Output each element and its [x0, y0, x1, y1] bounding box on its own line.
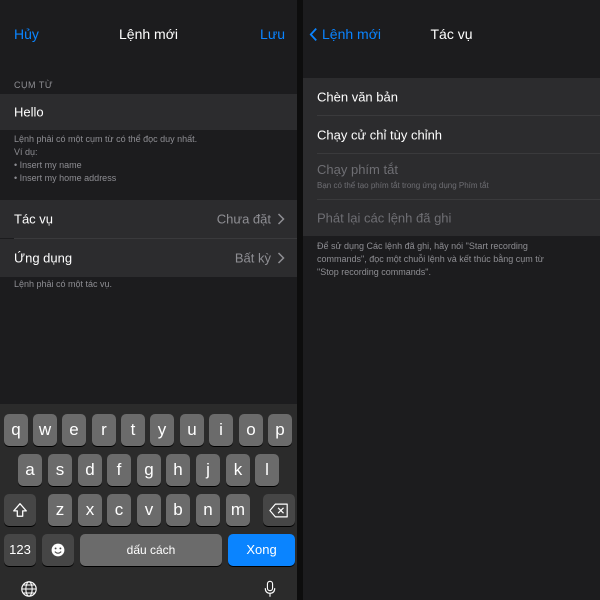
action-label: Chèn văn bản — [317, 89, 398, 104]
key-g[interactable]: g — [137, 454, 161, 486]
key-f[interactable]: f — [107, 454, 131, 486]
help-line: commands", đọc một chuỗi lệnh và kết thú… — [317, 254, 544, 264]
key-c[interactable]: c — [107, 494, 131, 526]
action-row-value: Chưa đặt — [216, 211, 271, 227]
action-label: Phát lại các lệnh đã ghi — [317, 210, 452, 226]
page-title: Lệnh mới — [119, 26, 178, 42]
key-a[interactable]: a — [18, 454, 42, 486]
action-subtitle: Bạn có thể tạo phím tắt trong ứng dụng P… — [317, 181, 489, 190]
chevron-right-icon — [277, 252, 285, 264]
key-u[interactable]: u — [180, 414, 204, 446]
app-row[interactable]: Ứng dụng Bất kỳ — [0, 239, 297, 277]
key-d[interactable]: d — [78, 454, 102, 486]
key-x[interactable]: x — [78, 494, 102, 526]
nav-bar: Hủy Lệnh mới Lưu — [0, 0, 297, 60]
key-l[interactable]: l — [255, 454, 279, 486]
key-k[interactable]: k — [226, 454, 250, 486]
key-q[interactable]: q — [4, 414, 28, 446]
key-y[interactable]: y — [150, 414, 174, 446]
key-z[interactable]: z — [48, 494, 72, 526]
keyboard: q w e r t y u i o p a s d f g h j k l z … — [0, 404, 297, 600]
globe-icon[interactable] — [20, 580, 38, 598]
action-label: Chạy phím tắt — [317, 162, 398, 177]
phrase-help-line: • Insert my home address — [14, 173, 117, 183]
phrase-help-text: Lệnh phải có một cụm từ có thể đọc duy n… — [14, 133, 285, 185]
action-row-label: Tác vụ — [14, 211, 54, 227]
key-j[interactable]: j — [196, 454, 220, 486]
page-title: Tác vụ — [430, 26, 473, 42]
done-key[interactable]: Xong — [228, 534, 295, 566]
action-custom-gesture[interactable]: Chạy cử chỉ tùy chỉnh — [303, 116, 600, 153]
key-s[interactable]: s — [48, 454, 72, 486]
key-b[interactable]: b — [166, 494, 190, 526]
action-row[interactable]: Tác vụ Chưa đặt — [0, 200, 297, 238]
action-replay-recorded: Phát lại các lệnh đã ghi — [303, 200, 600, 236]
key-t[interactable]: t — [121, 414, 145, 446]
app-row-value: Bất kỳ — [234, 250, 271, 266]
action-run-shortcut: Chạy phím tắt Bạn có thể tạo phím tắt tr… — [303, 154, 600, 199]
key-v[interactable]: v — [137, 494, 161, 526]
shift-key[interactable] — [4, 494, 36, 526]
action-label: Chạy cử chỉ tùy chỉnh — [317, 127, 443, 142]
actions-list: Chèn văn bản Chạy cử chỉ tùy chỉnh Chạy … — [303, 78, 600, 236]
shift-icon — [13, 503, 27, 517]
app-row-label: Ứng dụng — [14, 250, 73, 266]
phrase-help-line: Lệnh phải có một cụm từ có thể đọc duy n… — [14, 134, 198, 144]
key-o[interactable]: o — [239, 414, 263, 446]
action-insert-text[interactable]: Chèn văn bản — [303, 78, 600, 115]
phrase-section-header: CỤM TỪ — [14, 80, 54, 90]
phrase-help-line: Ví dụ: — [14, 147, 38, 157]
space-key[interactable]: dấu cách — [80, 534, 222, 566]
phrase-help-line: • Insert my name — [14, 160, 82, 170]
numbers-key[interactable]: 123 — [4, 534, 36, 566]
phrase-input-value: Hello — [14, 104, 44, 120]
key-i[interactable]: i — [209, 414, 233, 446]
actions-list-body: Chèn văn bản Chạy cử chỉ tùy chỉnh Chạy … — [303, 60, 600, 600]
key-w[interactable]: w — [33, 414, 57, 446]
chevron-right-icon — [277, 213, 285, 225]
emoji-icon — [51, 543, 65, 557]
backspace-icon — [269, 503, 288, 518]
action-help-text: Lệnh phải có một tác vụ. — [14, 279, 113, 289]
action-picker-screen: Lệnh mới Tác vụ Chèn văn bản Chạy cử chỉ… — [303, 0, 600, 600]
save-button[interactable]: Lưu — [260, 26, 285, 42]
phrase-input[interactable]: Hello — [0, 94, 297, 130]
delete-key[interactable] — [263, 494, 295, 526]
help-line: Để sử dụng Các lệnh đã ghi, hãy nói "Sta… — [317, 241, 528, 251]
recorded-commands-help: Để sử dụng Các lệnh đã ghi, hãy nói "Sta… — [317, 240, 588, 279]
emoji-key[interactable] — [42, 534, 74, 566]
key-h[interactable]: h — [166, 454, 190, 486]
help-line: "Stop recording commands". — [317, 267, 431, 277]
microphone-icon[interactable] — [264, 580, 276, 598]
key-n[interactable]: n — [196, 494, 220, 526]
new-command-screen: Hủy Lệnh mới Lưu CỤM TỪ Hello Lệnh phải … — [0, 0, 297, 600]
key-p[interactable]: p — [268, 414, 292, 446]
key-e[interactable]: e — [62, 414, 86, 446]
key-r[interactable]: r — [92, 414, 116, 446]
nav-bar: Lệnh mới Tác vụ — [303, 0, 600, 60]
key-m[interactable]: m — [226, 494, 250, 526]
